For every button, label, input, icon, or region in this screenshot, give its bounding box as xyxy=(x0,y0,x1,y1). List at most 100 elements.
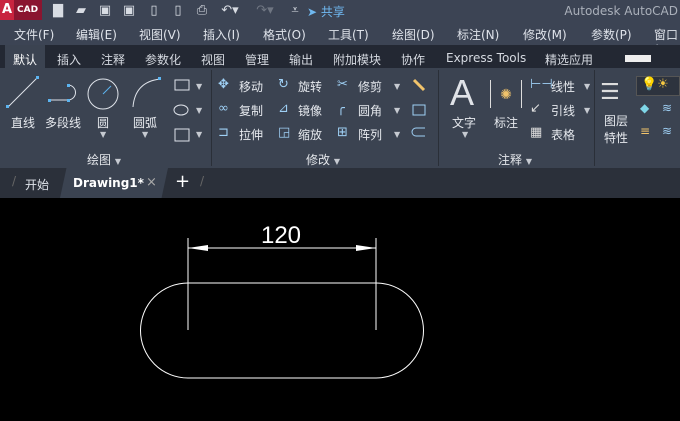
menu-tools[interactable]: 工具(T) xyxy=(328,26,369,43)
customize-icon[interactable]: ⩡ xyxy=(287,3,303,18)
array-button[interactable]: 阵列 xyxy=(358,126,382,143)
menu-parameters[interactable]: 参数(P) xyxy=(591,26,632,43)
tab-view[interactable]: 视图 xyxy=(201,51,225,68)
tab-insert[interactable]: 插入 xyxy=(57,51,81,68)
menu-edit[interactable]: 编辑(E) xyxy=(76,26,117,43)
ribbon-minimize-button[interactable] xyxy=(625,55,651,62)
circle-button[interactable]: 圆 xyxy=(97,114,109,131)
stretch-icon: ⊐ xyxy=(218,125,229,140)
fillet-icon: ╭ xyxy=(337,101,345,116)
layer-properties-button[interactable]: 图层 特性 xyxy=(604,112,628,146)
send-icon: ➤ xyxy=(307,5,318,19)
menu-modify[interactable]: 修改(M) xyxy=(523,26,567,43)
modify-panel-title[interactable]: 修改 ▼ xyxy=(306,151,340,168)
line-button[interactable]: 直线 xyxy=(11,114,35,131)
line-icon xyxy=(7,77,38,108)
tab-start[interactable]: 开始 xyxy=(25,176,49,193)
tab-output[interactable]: 输出 xyxy=(289,51,313,68)
move-button[interactable]: 移动 xyxy=(239,78,263,95)
chevron-down-icon[interactable]: ▼ xyxy=(196,106,202,115)
layer-match-icon[interactable]: ≋ xyxy=(662,101,672,115)
annotation-panel-title[interactable]: 注释 ▼ xyxy=(498,151,532,168)
print-icon[interactable]: ⎙ xyxy=(194,3,210,18)
fillet-button[interactable]: 圆角 xyxy=(358,102,382,119)
table-icon: ▦ xyxy=(530,125,543,140)
draw-panel-title[interactable]: 绘图 ▼ xyxy=(87,151,121,168)
new-file-icon[interactable]: ▇ xyxy=(50,3,66,18)
tab-drawing1-label[interactable]: Drawing1* xyxy=(73,176,144,190)
layer-state-icons[interactable]: 💡☀ xyxy=(636,76,680,96)
tab-default[interactable]: 默认 xyxy=(5,45,46,68)
tab-divider: / xyxy=(12,174,17,188)
menu-insert[interactable]: 插入(I) xyxy=(203,26,240,43)
app-logo[interactable]: A CAD xyxy=(0,0,42,20)
scale-button[interactable]: 缩放 xyxy=(298,126,322,143)
menu-dimension[interactable]: 标注(N) xyxy=(457,26,499,43)
table-button[interactable]: 表格 xyxy=(551,126,575,143)
tab-manage[interactable]: 管理 xyxy=(245,51,269,68)
chevron-down-icon[interactable]: ▼ xyxy=(584,82,590,91)
panel-divider xyxy=(211,70,212,166)
erase-icon xyxy=(412,78,426,92)
share-button[interactable]: ➤ 共享 xyxy=(307,3,345,20)
open-web-icon[interactable]: ▯ xyxy=(146,3,162,18)
menu-draw[interactable]: 绘图(D) xyxy=(392,26,435,43)
layer-isolate-icon[interactable]: ◆ xyxy=(640,101,649,115)
tab-express-tools[interactable]: Express Tools xyxy=(446,51,526,65)
menu-format[interactable]: 格式(O) xyxy=(263,26,306,43)
tab-annotate[interactable]: 注释 xyxy=(101,51,125,68)
close-icon[interactable]: × xyxy=(146,175,157,190)
chevron-down-icon[interactable]: ▼ xyxy=(394,82,400,91)
redo-icon[interactable]: ↷▾ xyxy=(253,3,277,18)
dimension-button[interactable]: 标注 xyxy=(494,114,518,131)
chevron-down-icon: ▼ xyxy=(114,157,121,166)
chevron-down-icon[interactable]: ▼ xyxy=(584,106,590,115)
chevron-down-icon[interactable]: ▼ xyxy=(462,130,468,139)
polyline-button[interactable]: 多段线 xyxy=(45,114,81,131)
tab-featured-apps[interactable]: 精选应用 xyxy=(545,51,593,68)
text-large-icon: A xyxy=(450,72,475,113)
array-icon: ⊞ xyxy=(337,125,348,140)
trim-button[interactable]: 修剪 xyxy=(358,78,382,95)
chevron-down-icon[interactable]: ▼ xyxy=(394,130,400,139)
linear-icon: ⊢⊣ xyxy=(530,77,553,92)
layer-walk-icon[interactable]: ≋ xyxy=(662,124,672,138)
save-icon[interactable]: ▣ xyxy=(97,3,113,18)
stretch-button[interactable]: 拉伸 xyxy=(239,126,263,143)
explode-icon xyxy=(412,104,426,116)
chevron-down-icon[interactable]: ▼ xyxy=(142,130,148,139)
copy-icon: ∞ xyxy=(218,101,229,116)
linear-button[interactable]: 线性 xyxy=(551,78,575,95)
menu-file[interactable]: 文件(F) xyxy=(14,26,54,43)
layer-properties-icon: ☰ xyxy=(600,80,620,105)
arc-button[interactable]: 圆弧 xyxy=(133,114,157,131)
text-button[interactable]: 文字 xyxy=(452,114,476,131)
trim-icon: ✂ xyxy=(337,77,348,92)
chevron-down-icon[interactable]: ▼ xyxy=(100,130,106,139)
save-as-icon[interactable]: ▣ xyxy=(121,3,137,18)
leader-button[interactable]: 引线 xyxy=(551,102,575,119)
open-folder-icon[interactable]: ▰ xyxy=(73,3,89,18)
mirror-button[interactable]: 镜像 xyxy=(298,102,322,119)
chevron-down-icon[interactable]: ▼ xyxy=(394,106,400,115)
scale-icon: ◲ xyxy=(278,125,291,140)
copy-button[interactable]: 复制 xyxy=(239,102,263,119)
chevron-down-icon: ▼ xyxy=(525,157,532,166)
rotate-button[interactable]: 旋转 xyxy=(298,78,322,95)
drawing-canvas[interactable]: 120 xyxy=(0,198,680,421)
hatch-icon xyxy=(174,128,190,142)
tab-addins[interactable]: 附加模块 xyxy=(333,51,381,68)
menu-view[interactable]: 视图(V) xyxy=(139,26,181,43)
save-web-icon[interactable]: ▯ xyxy=(170,3,186,18)
tab-collaborate[interactable]: 协作 xyxy=(401,51,425,68)
chevron-down-icon[interactable]: ▼ xyxy=(196,130,202,139)
tab-parametric[interactable]: 参数化 xyxy=(145,51,181,68)
rectangle-icon xyxy=(174,79,190,91)
new-tab-button[interactable]: + xyxy=(175,171,190,192)
document-tabs: / 开始 Drawing1* × + / xyxy=(0,168,680,198)
arc-icon xyxy=(132,78,161,108)
layer-on-icon[interactable]: ≡ xyxy=(640,124,650,138)
undo-icon[interactable]: ↶▾ xyxy=(218,3,242,18)
chevron-down-icon[interactable]: ▼ xyxy=(196,82,202,91)
panel-divider xyxy=(438,70,439,166)
